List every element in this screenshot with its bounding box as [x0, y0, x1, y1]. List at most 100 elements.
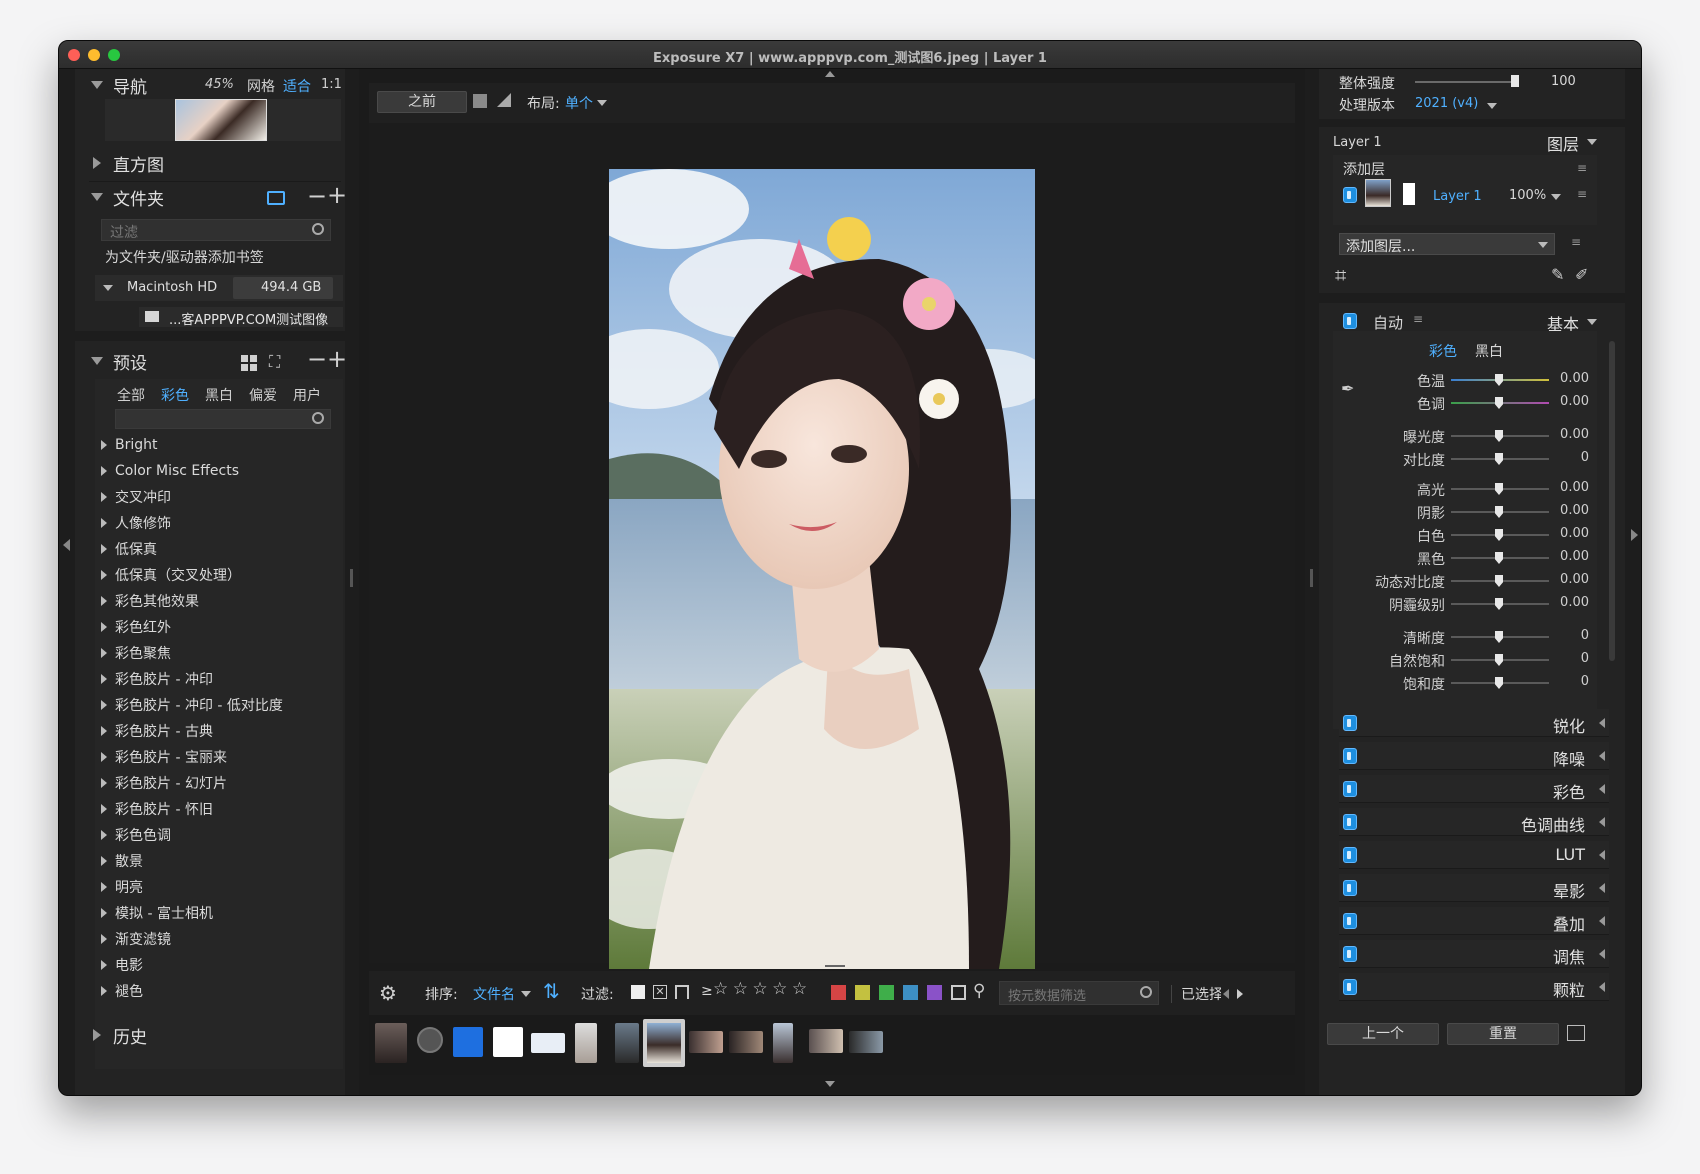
star-icon[interactable]: ☆ — [733, 979, 748, 999]
preset-item[interactable]: 电影 — [101, 955, 143, 975]
slider-track[interactable] — [1451, 677, 1549, 689]
previous-button[interactable]: 上一个 — [1327, 1023, 1439, 1045]
slider-knob[interactable] — [1495, 552, 1503, 564]
flag-pick-icon[interactable] — [631, 985, 645, 999]
preset-item[interactable]: 彩色胶片 - 冲印 - 低对比度 — [101, 695, 283, 715]
module-row[interactable]: 降噪 — [1339, 742, 1609, 770]
split-view-icon[interactable] — [473, 94, 487, 108]
module-toggle[interactable] — [1343, 913, 1357, 929]
slider-knob[interactable] — [1495, 483, 1503, 495]
slider-knob[interactable] — [1495, 430, 1503, 442]
slider-track[interactable] — [1451, 598, 1549, 610]
basic-toggle[interactable] — [1343, 313, 1357, 329]
module-toggle[interactable] — [1343, 814, 1357, 830]
auto-button[interactable]: 自动 — [1373, 312, 1403, 333]
chevron-left-icon[interactable] — [1599, 817, 1605, 827]
chevron-left-icon[interactable] — [1599, 850, 1605, 860]
chevron-down-icon[interactable] — [1487, 103, 1497, 109]
reset-button[interactable]: 重置 — [1447, 1023, 1559, 1045]
module-toggle[interactable] — [1343, 847, 1357, 863]
splitter-handle[interactable] — [825, 965, 845, 967]
nav-zoom-value[interactable]: 45% — [205, 77, 234, 92]
slider-track[interactable] — [1451, 575, 1549, 587]
slider-knob[interactable] — [1495, 506, 1503, 518]
module-toggle[interactable] — [1343, 781, 1357, 797]
module-row[interactable]: 晕影 — [1339, 874, 1609, 902]
splitter-handle[interactable] — [350, 569, 353, 587]
bookmark-hint[interactable]: 为文件夹/驱动器添加书签 — [105, 247, 264, 267]
preset-item[interactable]: 渐变滤镜 — [101, 929, 171, 949]
module-row[interactable]: 彩色 — [1339, 775, 1609, 803]
slider-value[interactable]: 0.00 — [1560, 503, 1589, 518]
slider-track[interactable] — [1451, 453, 1549, 465]
slider-value[interactable]: 0.00 — [1560, 480, 1589, 495]
chevron-left-icon[interactable] — [1599, 784, 1605, 794]
process-version-dropdown[interactable]: 2021 (v4) — [1415, 96, 1478, 111]
slider-knob[interactable] — [1495, 453, 1503, 465]
film-thumbnail[interactable] — [849, 1031, 883, 1053]
film-thumbnail[interactable] — [689, 1031, 723, 1053]
film-thumbnail-selected[interactable] — [643, 1019, 685, 1067]
preset-item[interactable]: 彩色胶片 - 怀旧 — [101, 799, 213, 819]
collapse-left-arrow-icon[interactable] — [63, 539, 70, 551]
slider-value[interactable]: 0 — [1581, 674, 1589, 689]
collapse-bottom-arrow-icon[interactable] — [825, 1081, 835, 1087]
navigator-header[interactable]: 导航 — [91, 73, 147, 98]
preset-tab-bw[interactable]: 黑白 — [205, 385, 233, 405]
module-row[interactable]: 叠加 — [1339, 907, 1609, 935]
menu-icon[interactable]: ≡ — [1413, 312, 1423, 326]
slider-knob[interactable] — [1495, 631, 1503, 643]
navigator-thumbnail[interactable] — [175, 99, 267, 141]
chevron-down-icon[interactable] — [1587, 319, 1597, 325]
drive-row[interactable]: Macintosh HD 494.4 GB — [95, 275, 343, 301]
film-thumbnail[interactable] — [615, 1023, 639, 1063]
folders-header[interactable]: 文件夹 — [91, 185, 164, 210]
before-button[interactable]: 之前 — [377, 91, 467, 113]
eraser-icon[interactable]: ✎ — [1551, 265, 1564, 284]
preset-item[interactable]: 彩色其他效果 — [101, 591, 199, 611]
module-toggle[interactable] — [1343, 880, 1357, 896]
preset-item[interactable]: 模拟 - 富士相机 — [101, 903, 213, 923]
preset-item[interactable]: 低保真 — [101, 539, 157, 559]
slider-track[interactable] — [1451, 483, 1549, 495]
preset-item[interactable]: 交叉冲印 — [101, 487, 171, 507]
module-toggle[interactable] — [1343, 748, 1357, 764]
nav-grid-button[interactable]: 网格 — [247, 76, 275, 96]
preset-tab-favorites[interactable]: 偏爱 — [249, 385, 277, 405]
film-thumbnail[interactable] — [809, 1029, 843, 1053]
brush-icon[interactable]: ✐ — [1575, 265, 1588, 284]
chevron-down-icon[interactable] — [597, 100, 607, 106]
panel-toggle-icon[interactable] — [1567, 1025, 1585, 1041]
slider-knob[interactable] — [1511, 75, 1519, 87]
history-header[interactable]: 历史 — [91, 1023, 147, 1048]
slider-value[interactable]: 0 — [1581, 450, 1589, 465]
star-icon[interactable]: ☆ — [792, 979, 807, 999]
preset-item[interactable]: 人像修饰 — [101, 513, 171, 533]
collapse-top-arrow-icon[interactable] — [825, 71, 835, 77]
slider-track[interactable] — [1451, 654, 1549, 666]
preset-item[interactable]: 褪色 — [101, 981, 143, 1001]
add-layer-dropdown[interactable]: 添加图层... — [1339, 233, 1555, 255]
slider-value[interactable]: 0.00 — [1560, 549, 1589, 564]
grid-view-icon[interactable] — [241, 355, 257, 371]
bw-tab[interactable]: 黑白 — [1475, 341, 1503, 361]
subfolder-row[interactable]: ...客APPPVP.COM测试图像 — [139, 307, 343, 327]
app-icon-thumbnail[interactable] — [453, 1027, 483, 1057]
remove-preset-icon[interactable]: − — [307, 345, 327, 373]
nav-fit-button[interactable]: 适合 — [283, 76, 311, 96]
chevron-left-icon[interactable] — [1599, 982, 1605, 992]
slider-track[interactable] — [1451, 430, 1549, 442]
chevron-left-icon[interactable] — [1599, 718, 1605, 728]
sort-dropdown[interactable]: 文件名 — [473, 984, 515, 1004]
slider-value[interactable]: 0.00 — [1560, 526, 1589, 541]
chevron-left-icon[interactable] — [1599, 751, 1605, 761]
metadata-key-icon[interactable]: ⚲ — [973, 981, 985, 1001]
menu-icon[interactable]: ≡ — [1577, 161, 1587, 175]
preset-tab-color[interactable]: 彩色 — [161, 385, 189, 405]
preset-item[interactable]: 明亮 — [101, 877, 143, 897]
preset-item[interactable]: 彩色胶片 - 幻灯片 — [101, 773, 227, 793]
film-thumbnail[interactable] — [531, 1033, 565, 1053]
crop-icon[interactable]: ⌗ — [1335, 263, 1346, 287]
flag-reject-icon[interactable]: ✕ — [653, 985, 667, 999]
preset-search-input[interactable] — [115, 409, 331, 429]
